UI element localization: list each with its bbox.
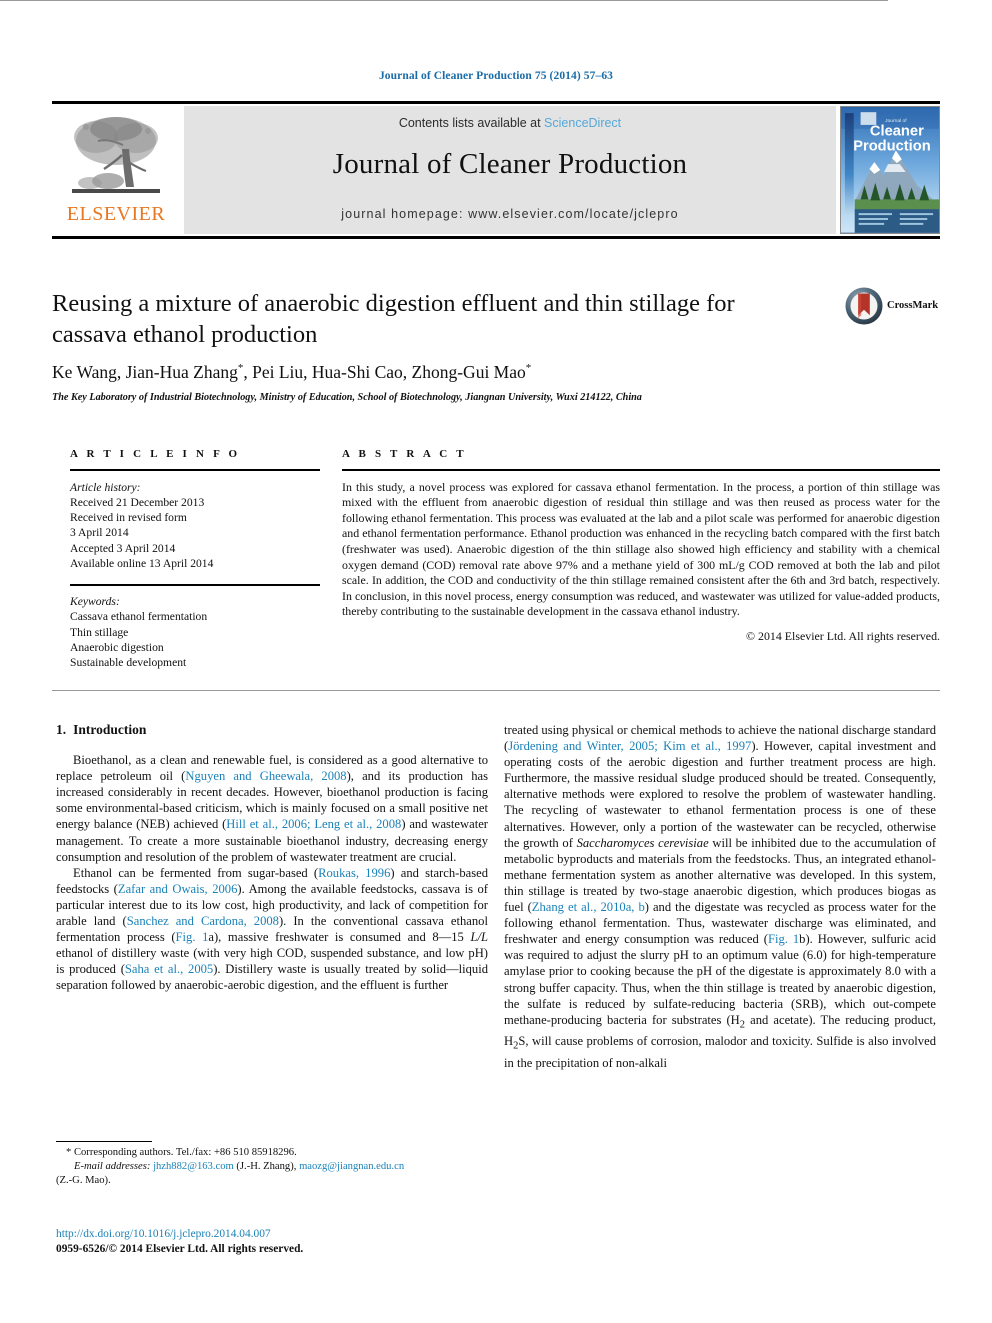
masthead-top-rule — [52, 101, 940, 104]
corresponding-author-note: * Corresponding authors. Tel./fax: +86 5… — [66, 1147, 297, 1158]
history-item: 3 April 2014 — [70, 526, 129, 540]
body-column-right: treated using physical or chemical metho… — [504, 722, 936, 1071]
keyword-item: Sustainable development — [70, 656, 187, 670]
svg-text:Production: Production — [853, 138, 931, 154]
contents-available-line: Contents lists available at ScienceDirec… — [184, 116, 836, 130]
keywords-group: Keywords: Cassava ethanol fermentation T… — [70, 594, 320, 670]
crossmark-badge[interactable]: CrossMark — [845, 287, 941, 327]
crossmark-label: CrossMark — [887, 300, 939, 311]
journal-title: Journal of Cleaner Production — [332, 148, 688, 180]
article-info-heading: A R T I C L E I N F O — [70, 448, 241, 460]
running-head: Journal of Cleaner Production 75 (2014) … — [378, 70, 614, 82]
abstract-rule — [342, 469, 940, 471]
article-history: Article history: Received 21 December 20… — [70, 480, 320, 572]
abstract-text: In this study, a novel process was explo… — [342, 479, 940, 619]
keyword-item: Cassava ethanol fermentation — [70, 610, 208, 624]
keyword-item: Anaerobic digestion — [70, 640, 164, 654]
page-title: Reusing a mixture of anaerobic digestion… — [52, 290, 735, 348]
elsevier-tree-icon — [72, 117, 160, 193]
elsevier-logo: ELSEVIER — [52, 106, 180, 234]
contents-prefix: Contents lists available at — [398, 116, 545, 130]
paragraph: Ethanol can be fermented from sugar-base… — [56, 865, 489, 993]
history-item: Received 21 December 2013 — [70, 495, 205, 509]
section-title: Introduction — [73, 722, 147, 737]
paragraph: Bioethanol, as a clean and renewable fue… — [56, 753, 488, 864]
affiliation: The Key Laboratory of Industrial Biotech… — [52, 392, 642, 403]
email-addresses-label: E-mail addresses: — [74, 1161, 151, 1173]
abstract-column: A B S T R A C T In this study, a novel p… — [342, 448, 940, 644]
abstract-heading: A B S T R A C T — [342, 448, 467, 460]
journal-masthead: ELSEVIER Contents lists available at Sci… — [52, 106, 940, 234]
masthead-bottom-rule — [52, 236, 940, 239]
section-number: 1. — [56, 722, 67, 737]
section-heading-introduction: 1. Introduction — [56, 722, 488, 738]
body-column-left: 1. Introduction Bioethanol, as a clean an… — [56, 722, 488, 994]
email-link-1[interactable]: jhzh882@163.com — [153, 1161, 234, 1172]
elsevier-wordmark: ELSEVIER — [66, 203, 166, 225]
sciencedirect-link[interactable]: ScienceDirect — [544, 116, 621, 130]
history-item: Received in revised form — [70, 511, 187, 525]
keywords-rule — [70, 584, 320, 586]
svg-text:Cleaner: Cleaner — [870, 124, 924, 140]
cover-artwork-icon: Journal of Cleaner Production — [841, 107, 939, 233]
journal-homepage-line[interactable]: journal homepage: www.elsevier.com/locat… — [184, 207, 836, 221]
footnote-block: * Corresponding authors. Tel./fax: +86 5… — [56, 1146, 488, 1189]
article-info-column: A R T I C L E I N F O Article history: R… — [70, 448, 320, 670]
author-list: Ke Wang, Jian-Hua Zhang*, Pei Liu, Hua-S… — [52, 362, 532, 382]
doi-link[interactable]: http://dx.doi.org/10.1016/j.jclepro.2014… — [56, 1227, 516, 1242]
paper-page: Journal of Cleaner Production 75 (2014) … — [0, 0, 992, 1323]
keywords-label: Keywords: — [70, 594, 120, 608]
keyword-item: Thin stillage — [70, 625, 129, 639]
history-item: Available online 13 April 2014 — [70, 557, 214, 571]
info-section-bottom-rule — [52, 690, 940, 691]
doi-block: http://dx.doi.org/10.1016/j.jclepro.2014… — [56, 1227, 516, 1256]
paragraph: treated using physical or chemical metho… — [504, 723, 937, 1070]
email-owner-1: (J.-H. Zhang), — [236, 1161, 297, 1173]
journal-cover-thumbnail: Journal of Cleaner Production — [840, 106, 940, 234]
history-item: Accepted 3 April 2014 — [70, 541, 176, 555]
email-owner-2: (Z.-G. Mao). — [56, 1175, 111, 1187]
info-section-top-rule — [0, 0, 888, 1]
footnote-rule — [56, 1141, 152, 1143]
article-history-label: Article history: — [70, 480, 141, 494]
masthead-center: Contents lists available at ScienceDirec… — [184, 106, 836, 234]
email-link-2[interactable]: maozg@jiangnan.edu.cn — [299, 1161, 404, 1172]
issn-copyright-line: 0959-6526/© 2014 Elsevier Ltd. All right… — [56, 1242, 304, 1255]
abstract-copyright: © 2014 Elsevier Ltd. All rights reserved… — [746, 628, 940, 643]
article-info-rule — [70, 469, 320, 471]
crossmark-icon — [845, 287, 883, 325]
